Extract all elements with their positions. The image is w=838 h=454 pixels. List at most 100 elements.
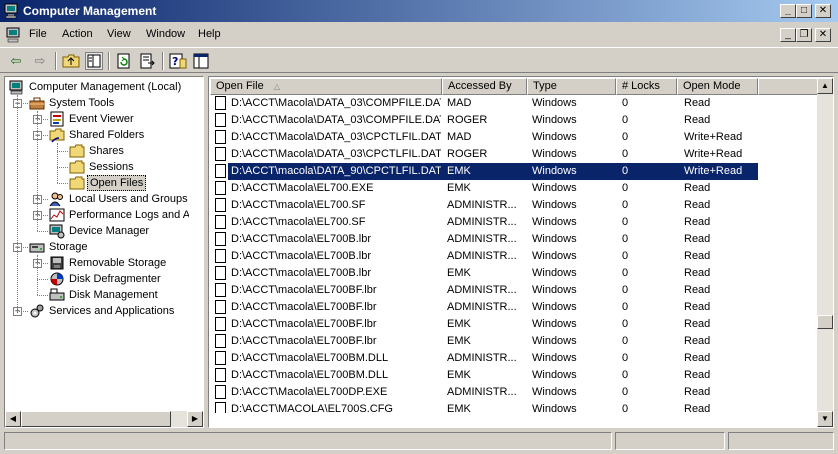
child-close-button[interactable]: ✕ bbox=[815, 28, 831, 42]
menu-window[interactable]: Window bbox=[146, 28, 185, 40]
file-icon bbox=[215, 130, 226, 144]
file-icon bbox=[215, 164, 226, 178]
console-icon[interactable] bbox=[193, 53, 209, 69]
table-row[interactable]: D:\ACCT\Macola\EL700DP.EXE ADMINISTR... Wi… bbox=[210, 384, 818, 401]
tree-item-computer-management-local[interactable]: Computer Management (Local) bbox=[5, 79, 189, 95]
table-row[interactable]: D:\ACCT\macola\EL700BM.DLL EMK Windows 0 Rea… bbox=[210, 367, 818, 384]
table-row[interactable]: D:\ACCT\macola\EL700BF.lbr EMK Windows 0 Rea… bbox=[210, 316, 818, 333]
close-button[interactable]: ✕ bbox=[815, 4, 831, 18]
column-header-locks[interactable]: # Locks bbox=[616, 78, 677, 95]
removable-icon bbox=[50, 256, 64, 270]
refresh-icon[interactable] bbox=[116, 53, 132, 69]
list-scroll-up-button[interactable]: ▲ bbox=[817, 78, 833, 94]
export-list-icon[interactable] bbox=[139, 53, 155, 69]
tree-item-open-files[interactable]: Open Files bbox=[5, 175, 189, 191]
open-files-list-pane[interactable]: Open File △ Accessed By Type # Locks Open Mo… bbox=[208, 76, 834, 428]
tree-item-performance-logs-and-alerts[interactable]: +Performance Logs and Alerts bbox=[5, 207, 189, 223]
console-tree-pane[interactable]: Computer Management (Local) − System Tools… bbox=[4, 76, 204, 428]
table-row[interactable]: D:\ACCT\MACOLA\EL700S.CFG EMK Windows 0 Read bbox=[210, 401, 818, 413]
table-row[interactable]: D:\ACCT\Macola\DATA_03\CPCTLFIL.DAT MAD Wi… bbox=[210, 129, 818, 146]
cell-locks: 0 bbox=[622, 250, 629, 262]
show-hide-tree-icon[interactable] bbox=[85, 52, 103, 70]
table-row[interactable]: D:\ACCT\Macola\EL700.EXE EMK Windows 0 Read bbox=[210, 180, 818, 197]
file-icon bbox=[215, 300, 226, 314]
tree-item-disk-management[interactable]: Disk Management bbox=[5, 287, 189, 303]
column-header-open-mode[interactable]: Open Mode bbox=[677, 78, 758, 95]
tree-item-device-manager[interactable]: Device Manager bbox=[5, 223, 189, 239]
cell-locks: 0 bbox=[622, 114, 629, 126]
tree-connector-line bbox=[57, 151, 68, 153]
folder-icon bbox=[69, 160, 85, 174]
table-row[interactable]: D:\ACCT\Macola\DATA_03\COMPFILE.DAT ROGER… bbox=[210, 112, 818, 129]
tree-item-label: Disk Management bbox=[69, 289, 158, 301]
computer-management-icon bbox=[4, 3, 18, 19]
table-row[interactable]: D:\ACCT\Macola\DATA_03\CPCTLFIL.DAT ROGER… bbox=[210, 146, 818, 163]
tree-item-disk-defragmenter[interactable]: Disk Defragmenter bbox=[5, 271, 189, 287]
cell-open-mode: Read bbox=[684, 369, 711, 381]
child-restore-button[interactable]: ❐ bbox=[796, 28, 812, 42]
table-row[interactable]: D:\ACCT\macola\EL700BM.DLL ADMINISTR... Wi… bbox=[210, 350, 818, 367]
table-row[interactable]: D:\ACCT\macola\EL700BF.lbr ADMINISTR... Wi… bbox=[210, 282, 818, 299]
table-row[interactable]: D:\ACCT\macola\EL700BF.lbr EMK Windows 0 Rea… bbox=[210, 333, 818, 350]
tree-hscroll-thumb[interactable] bbox=[21, 411, 171, 427]
tree-item-label: Open Files bbox=[87, 175, 147, 191]
list-vscroll-track[interactable] bbox=[817, 94, 833, 412]
document-computer-icon[interactable] bbox=[6, 27, 22, 43]
tree-item-storage[interactable]: − Storage bbox=[5, 239, 189, 255]
cell-open-file: D:\ACCT\macola\EL700BM.DLL bbox=[231, 352, 389, 364]
tree-item-shares[interactable]: Shares bbox=[5, 143, 189, 159]
help-icon[interactable]: ? bbox=[169, 52, 187, 70]
table-row[interactable]: D:\ACCT\Macola\DATA_03\COMPFILE.DAT MAD Wi… bbox=[210, 95, 818, 112]
list-vscroll-thumb[interactable] bbox=[817, 315, 833, 329]
tree-item-shared-folders[interactable]: − Shared Folders bbox=[5, 127, 189, 143]
menu-help[interactable]: Help bbox=[198, 28, 221, 40]
table-row[interactable]: D:\ACCT\macola\EL700.SF ADMINISTR... Windo… bbox=[210, 197, 818, 214]
table-row[interactable]: D:\ACCT\macola\EL700B.lbr ADMINISTR... Win… bbox=[210, 231, 818, 248]
tree-item-local-users-and-groups[interactable]: + Local Users and Groups bbox=[5, 191, 189, 207]
window-title: Computer Management bbox=[23, 4, 157, 18]
file-icon bbox=[215, 385, 226, 399]
cell-locks: 0 bbox=[622, 216, 629, 228]
cell-open-mode: Read bbox=[684, 114, 711, 126]
title-bar[interactable]: Computer Management _ □ ✕ bbox=[0, 0, 838, 22]
minimize-button[interactable]: _ bbox=[780, 4, 796, 18]
cell-open-mode: Write+Read bbox=[684, 131, 743, 143]
table-row[interactable]: D:\ACCT\macola\EL700B.lbr EMK Windows 0 Read bbox=[210, 265, 818, 282]
menu-view[interactable]: View bbox=[107, 28, 131, 40]
storage-icon bbox=[29, 243, 45, 253]
column-header-type[interactable]: Type bbox=[527, 78, 616, 95]
tree-item-event-viewer[interactable]: + Event Viewer bbox=[5, 111, 189, 127]
tree-item-system-tools[interactable]: − System Tools bbox=[5, 95, 189, 111]
tree-connector-line bbox=[37, 231, 48, 233]
menu-file[interactable]: File bbox=[29, 28, 47, 40]
cell-locks: 0 bbox=[622, 318, 629, 330]
column-header-open-file[interactable]: Open File △ bbox=[210, 78, 442, 95]
toolbar-separator bbox=[108, 52, 110, 70]
tree-item-label: Storage bbox=[49, 241, 88, 253]
column-header-accessed-by[interactable]: Accessed By bbox=[442, 78, 527, 95]
table-row[interactable]: D:\ACCT\macola\EL700BF.lbr ADMINISTR... Wi… bbox=[210, 299, 818, 316]
child-minimize-button[interactable]: _ bbox=[780, 28, 796, 42]
cell-accessed-by: EMK bbox=[447, 403, 471, 413]
forward-icon[interactable]: ⇨ bbox=[29, 51, 51, 71]
list-scroll-down-button[interactable]: ▼ bbox=[817, 411, 833, 427]
back-icon[interactable]: ⇦ bbox=[5, 51, 27, 71]
tree-scroll-left-button[interactable]: ◀ bbox=[5, 411, 21, 427]
cell-locks: 0 bbox=[622, 233, 629, 245]
table-row[interactable]: D:\ACCT\macola\EL700B.lbr ADMINISTR... Win… bbox=[210, 248, 818, 265]
table-row[interactable]: D:\ACCT\macola\EL700.SF ADMINISTR... Windo… bbox=[210, 214, 818, 231]
file-icon bbox=[215, 249, 226, 263]
tree-item-services-and-applications[interactable]: + Services and Applications bbox=[5, 303, 189, 319]
device-icon bbox=[49, 224, 65, 239]
cell-open-mode: Read bbox=[684, 284, 711, 296]
table-row[interactable]: D:\ACCT\macola\DATA_90\CPCTLFIL.DAT EMK Wi… bbox=[210, 163, 818, 180]
menu-action[interactable]: Action bbox=[62, 28, 93, 40]
tree-item-sessions[interactable]: Sessions bbox=[5, 159, 189, 175]
tree-scroll-right-button[interactable]: ▶ bbox=[187, 411, 203, 427]
cell-open-mode: Read bbox=[684, 216, 711, 228]
up-folder-icon[interactable] bbox=[62, 53, 80, 69]
svg-text:?: ? bbox=[172, 55, 178, 68]
maximize-button[interactable]: □ bbox=[796, 4, 812, 18]
cell-locks: 0 bbox=[622, 199, 629, 211]
tree-item-removable-storage[interactable]: + Removable Storage bbox=[5, 255, 189, 271]
